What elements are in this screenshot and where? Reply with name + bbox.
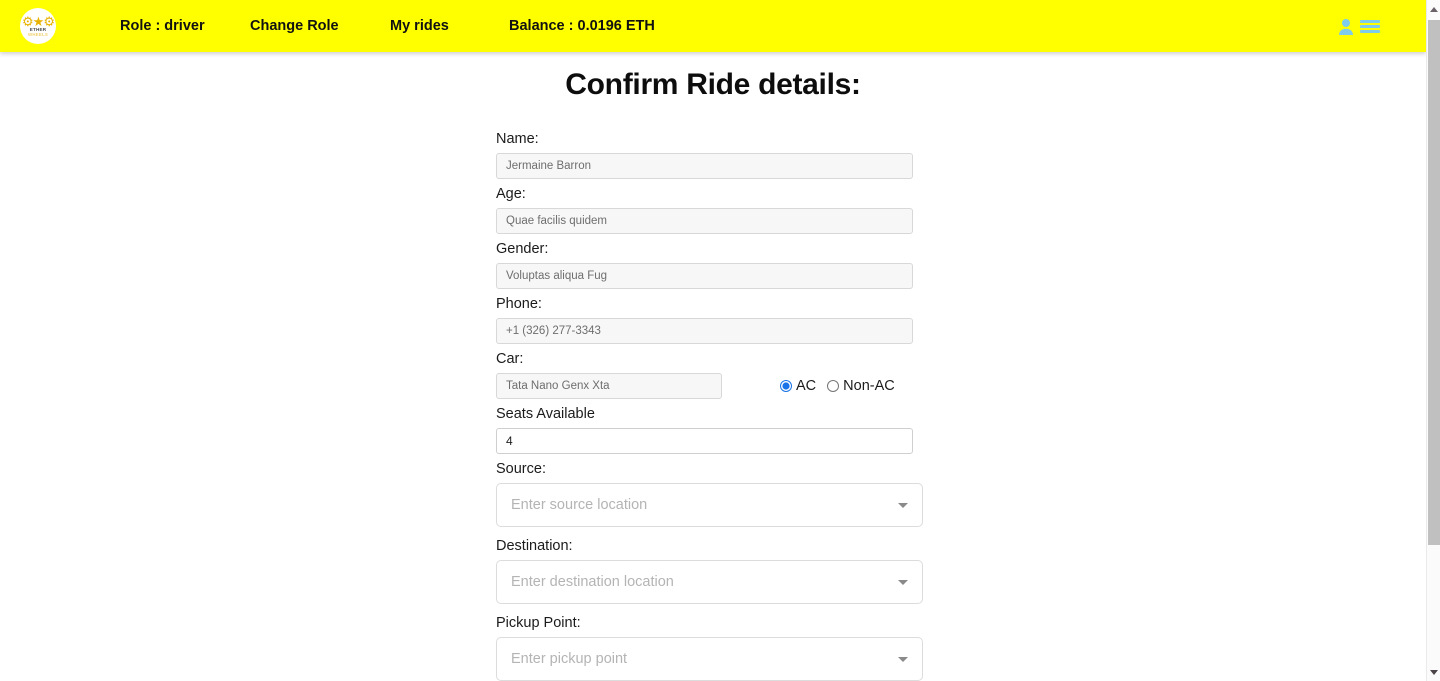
- name-input[interactable]: [496, 153, 913, 179]
- label-destination: Destination:: [496, 538, 573, 554]
- page-viewport: ⚙★⚙ ETHER WHEELS Role : driver Change Ro…: [0, 0, 1426, 681]
- ac-radio-group: AC Non-AC: [780, 378, 895, 394]
- hamburger-menu-icon[interactable]: [1360, 20, 1380, 33]
- scroll-up-arrow[interactable]: [1427, 2, 1440, 16]
- ac-radio-item[interactable]: AC: [780, 378, 816, 394]
- chevron-down-icon[interactable]: [898, 579, 908, 585]
- source-location-dropdown[interactable]: Enter source location: [496, 483, 923, 527]
- user-icon[interactable]: [1338, 18, 1354, 35]
- nonac-radio[interactable]: [827, 380, 840, 392]
- top-navbar: ⚙★⚙ ETHER WHEELS Role : driver Change Ro…: [0, 0, 1426, 52]
- nav-link-change-role[interactable]: Change Role: [250, 18, 339, 34]
- seats-available-input[interactable]: [496, 428, 913, 454]
- main-content: Confirm Ride details: Name: Age: Gender:…: [0, 52, 1426, 681]
- label-age: Age:: [496, 186, 526, 202]
- ac-radio-label[interactable]: AC: [796, 378, 816, 394]
- pickup-point-dropdown[interactable]: Enter pickup point: [496, 637, 923, 681]
- confirm-ride-form: Name: Age: Gender: Phone: Car: AC: [496, 124, 926, 681]
- label-seats: Seats Available: [496, 406, 595, 422]
- vertical-scrollbar[interactable]: [1426, 0, 1440, 681]
- car-input[interactable]: [496, 373, 722, 399]
- chevron-down-icon[interactable]: [898, 502, 908, 508]
- car-row: AC Non-AC: [496, 373, 926, 399]
- logo-graphic-icon: ⚙★⚙: [22, 13, 55, 29]
- scroll-down-arrow[interactable]: [1427, 665, 1440, 679]
- chevron-down-icon[interactable]: [898, 656, 908, 662]
- page-title: Confirm Ride details:: [565, 68, 861, 101]
- destination-placeholder: Enter destination location: [511, 574, 674, 590]
- hamburger-bar: [1360, 30, 1380, 33]
- label-car: Car:: [496, 351, 524, 367]
- phone-input[interactable]: [496, 318, 913, 344]
- hamburger-bar: [1360, 20, 1380, 23]
- source-placeholder: Enter source location: [511, 497, 648, 513]
- destination-location-dropdown[interactable]: Enter destination location: [496, 560, 923, 604]
- age-input[interactable]: [496, 208, 913, 234]
- label-source: Source:: [496, 461, 546, 477]
- vertical-scrollbar-thumb[interactable]: [1428, 20, 1440, 545]
- hamburger-bar: [1360, 25, 1380, 28]
- label-name: Name:: [496, 131, 539, 147]
- nav-link-my-rides[interactable]: My rides: [390, 18, 449, 34]
- pickup-placeholder: Enter pickup point: [511, 651, 628, 667]
- nav-link-balance[interactable]: Balance : 0.0196 ETH: [509, 18, 655, 34]
- label-phone: Phone:: [496, 296, 542, 312]
- gender-input[interactable]: [496, 263, 913, 289]
- label-gender: Gender:: [496, 241, 549, 257]
- nonac-radio-item[interactable]: Non-AC: [827, 378, 895, 394]
- nav-link-role[interactable]: Role : driver: [120, 18, 205, 34]
- label-pickup-point: Pickup Point:: [496, 615, 581, 631]
- nonac-radio-label[interactable]: Non-AC: [843, 378, 895, 394]
- logo-text-line2: WHEELS: [28, 31, 48, 37]
- ac-radio[interactable]: [780, 380, 792, 392]
- ether-wheels-logo[interactable]: ⚙★⚙ ETHER WHEELS: [20, 8, 56, 44]
